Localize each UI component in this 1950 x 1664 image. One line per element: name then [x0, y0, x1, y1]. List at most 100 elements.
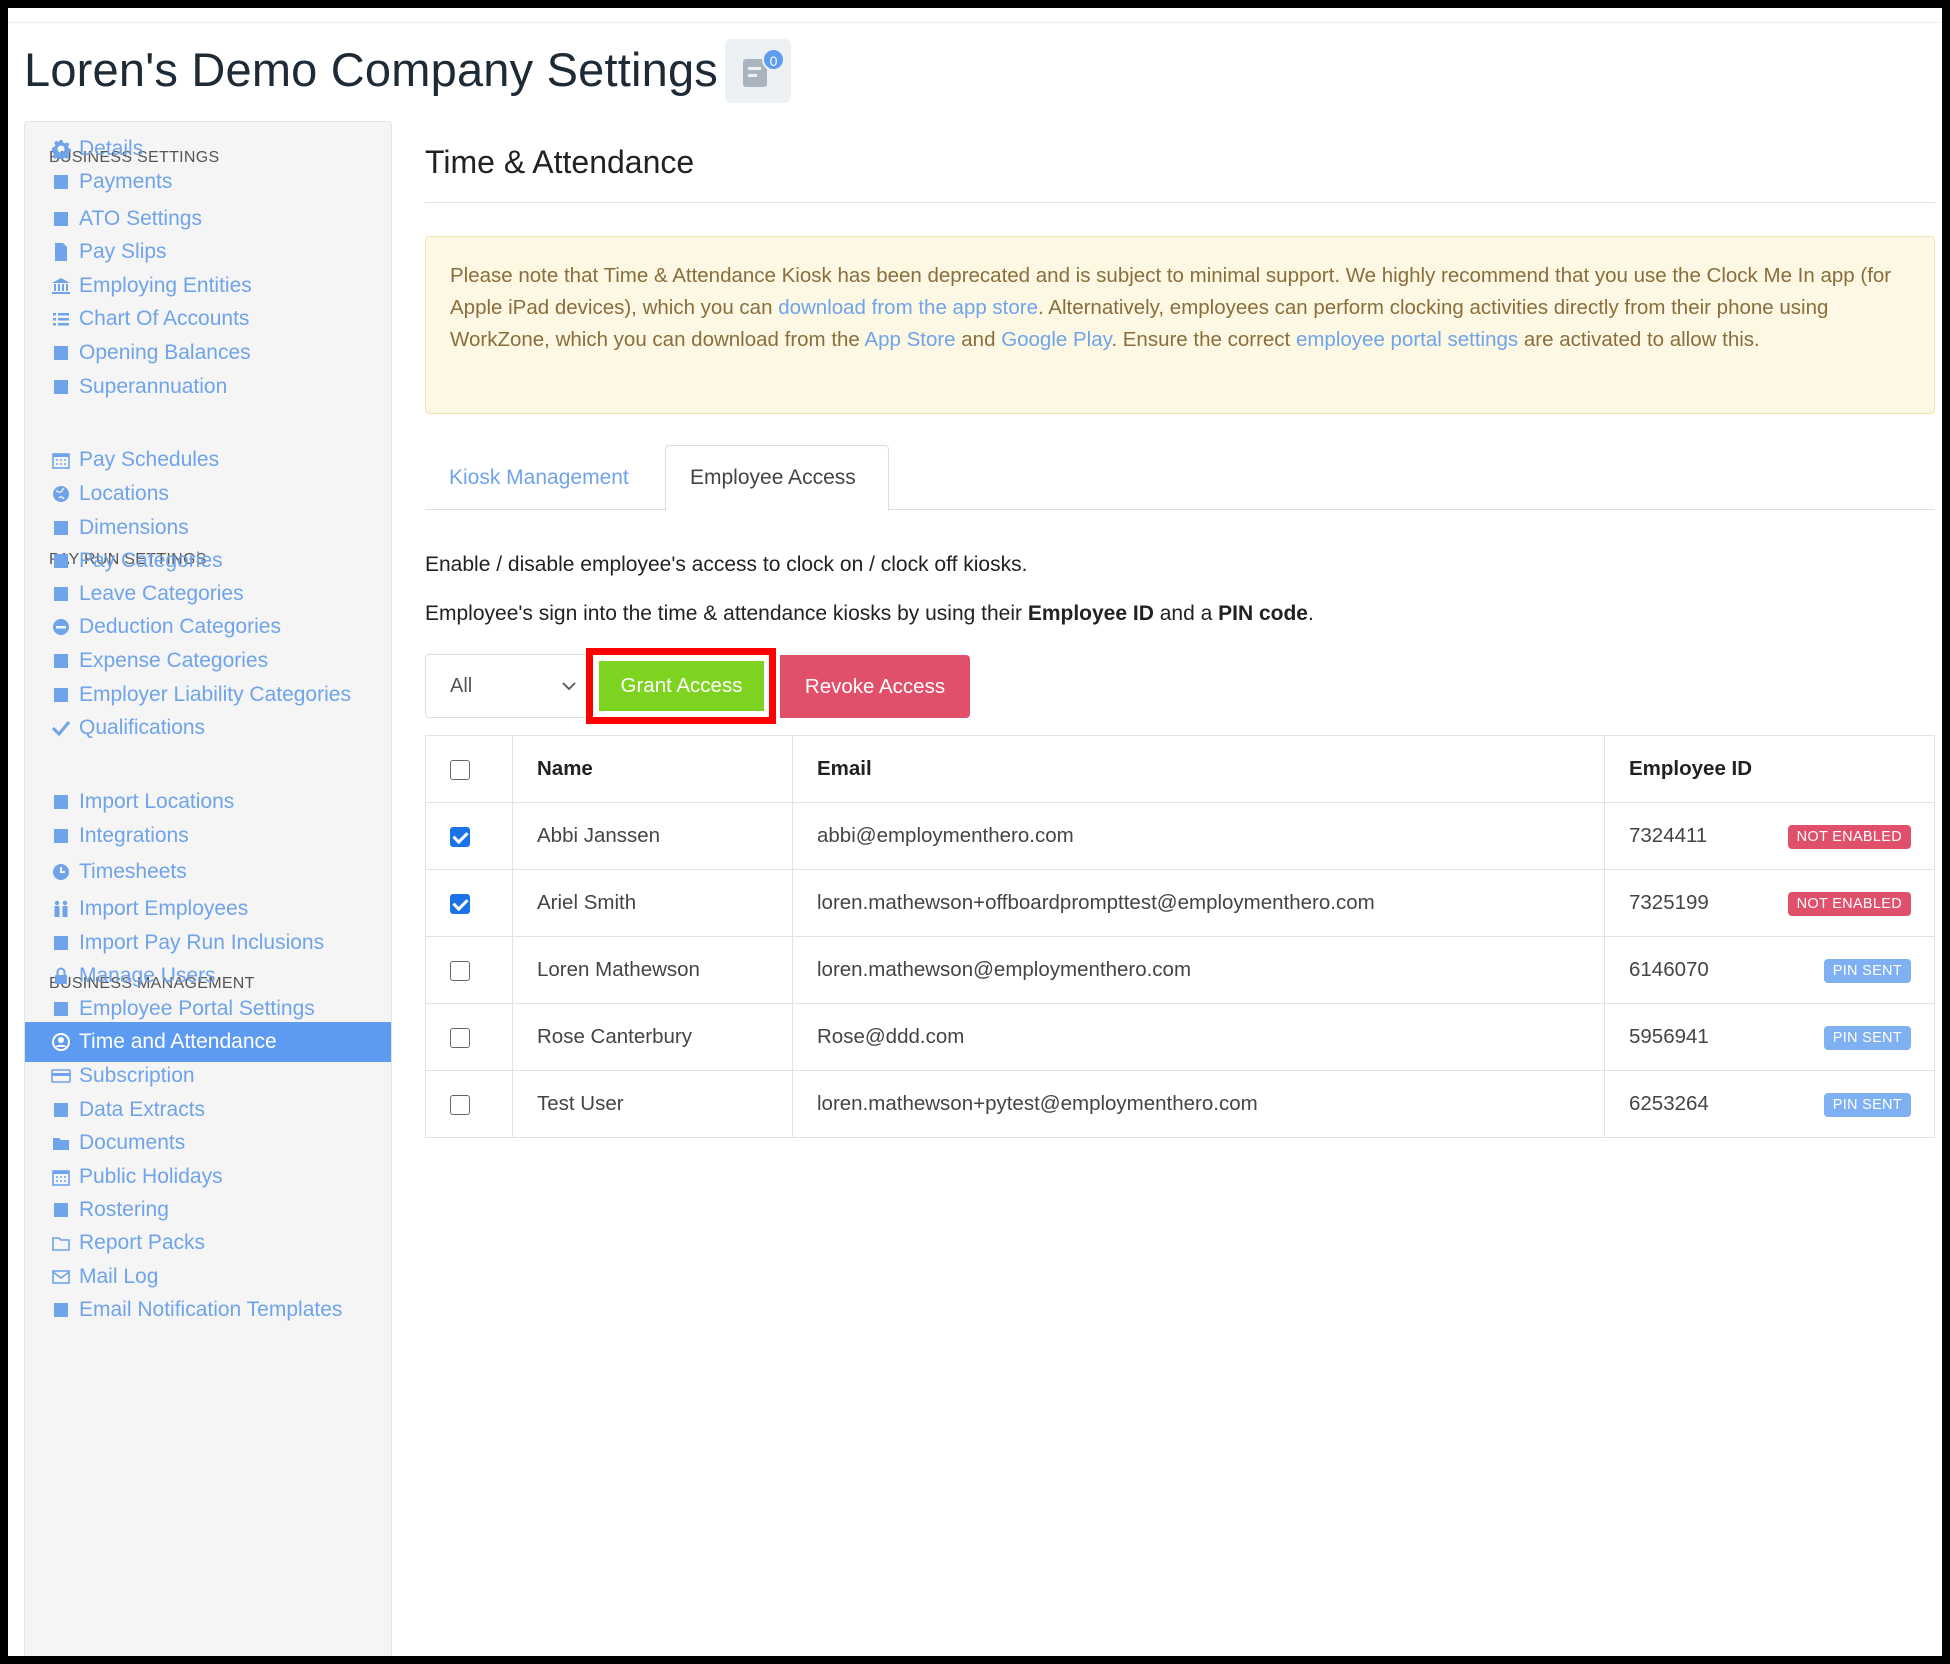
sidebar-item-timesheets[interactable]: Timesheets [25, 852, 391, 892]
area-chart-icon [49, 684, 73, 706]
envelope-gear-icon [49, 1299, 73, 1321]
title-divider [425, 202, 1935, 203]
table-row: Rose Canterbury Rose@ddd.com 5956941 PIN SE… [425, 1003, 1935, 1071]
envelope-icon [49, 1266, 73, 1288]
table-row: Loren Mathewson loren.mathewson@employmen… [425, 936, 1935, 1004]
filter-value: All [450, 675, 473, 697]
sidebar-item-integrations[interactable]: Integrations [25, 816, 391, 856]
row-checkbox[interactable] [450, 960, 470, 981]
sidebar-item-payments[interactable]: Payments [25, 162, 391, 202]
notice-text: and [955, 328, 1002, 351]
employee-id: 5956941 [1629, 1025, 1709, 1048]
sidebar-item-label: Subscription [79, 1064, 195, 1087]
sidebar-item-label: Employing Entities [79, 274, 252, 297]
sidebar-item-label: Data Extracts [79, 1098, 206, 1121]
sidebar-item-label: Pay Schedules [79, 448, 220, 471]
employee-name: Ariel Smith [512, 869, 793, 937]
sidebar-item-label: Locations [79, 482, 169, 505]
sidebar-item-label: Time and Attendance [79, 1030, 277, 1053]
lifebuoy-icon [49, 376, 73, 398]
employee-id: 7324411 [1629, 824, 1708, 847]
column-header-name: Name [512, 735, 793, 803]
sidebar-item-label: ATO Settings [79, 207, 202, 230]
sidebar-item-label: Pay Slips [79, 240, 167, 263]
employee-id: 6253264 [1629, 1092, 1709, 1115]
sidebar-item-email-notification-templates[interactable]: Email Notification Templates [25, 1290, 391, 1330]
money-icon [49, 550, 73, 572]
employee-email: loren.mathewson+pytest@employmenthero.co… [792, 1070, 1605, 1138]
minus-circle-icon [49, 616, 73, 638]
sidebar-item-label: Import Pay Run Inclusions [79, 931, 325, 954]
bar-chart-icon [49, 517, 73, 539]
calendar-grid-icon [49, 1199, 73, 1221]
sidebar-item-label: Public Holidays [79, 1165, 223, 1188]
employee-email: Rose@ddd.com [792, 1003, 1605, 1071]
sidebar-item-label: Pay Categories [79, 549, 223, 572]
wallet-icon [49, 342, 73, 364]
calendar-icon [49, 1166, 73, 1188]
table-row: Test User loren.mathewson+pytest@employme… [425, 1070, 1935, 1138]
share-icon [49, 825, 73, 847]
google-play-link[interactable]: Google Play [1001, 328, 1111, 351]
cloud-download-icon [49, 1099, 73, 1121]
sign-in-description: Employee's sign into the time & attendan… [425, 602, 1314, 625]
employee-access-table: Name Email Employee ID Abbi Janssen abbi@… [425, 735, 1935, 1138]
sidebar-item-label: Employer Liability Categories [79, 683, 351, 706]
app-store-download-link[interactable]: download from the app store [778, 296, 1038, 319]
tab-kiosk-management[interactable]: Kiosk Management [425, 445, 653, 510]
sidebar-item-label: Mail Log [79, 1265, 159, 1288]
status-badge: PIN SENT [1823, 1093, 1911, 1117]
page-title: Loren's Demo Company Settings [24, 43, 719, 96]
sidebar-item-label: Import Locations [79, 790, 235, 813]
sidebar-item-superannuation[interactable]: Superannuation [25, 367, 391, 407]
employee-name: Rose Canterbury [512, 1003, 793, 1071]
sidebar-item-label: Qualifications [79, 716, 206, 739]
refresh-icon [49, 932, 73, 954]
sidebar-item-label: Chart Of Accounts [79, 307, 250, 330]
employee-id-cell: 7324411 NOT ENABLED [1604, 802, 1935, 870]
row-checkbox[interactable] [450, 826, 470, 847]
map-pin-icon [49, 791, 73, 813]
column-header-employee-id: Employee ID [1604, 735, 1935, 803]
employee-email: loren.mathewson+offboardprompttest@emplo… [792, 869, 1605, 937]
gear-icon [49, 138, 73, 160]
document-icon [49, 241, 73, 263]
people-icon [49, 898, 73, 920]
sidebar-item-label: Report Packs [79, 1231, 206, 1254]
sidebar-item-label: Dimensions [79, 516, 189, 539]
calendar-icon [49, 449, 73, 471]
sidebar-item-label: Leave Categories [79, 582, 244, 605]
chevron-down-icon [562, 682, 576, 691]
employee-email: loren.mathewson@employmenthero.com [792, 936, 1605, 1004]
sidebar-item-label: Timesheets [79, 860, 187, 883]
credit-card-icon [49, 1065, 73, 1087]
sidebar-item-label: Payments [79, 170, 173, 193]
app-store-link[interactable]: App Store [864, 328, 955, 351]
employee-id-cell: 6253264 PIN SENT [1604, 1070, 1935, 1138]
revoke-access-button[interactable]: Revoke Access [780, 655, 970, 718]
notice-text: . Ensure the correct [1111, 328, 1296, 351]
lock-icon [49, 965, 73, 987]
sidebar-item-label: Superannuation [79, 375, 228, 398]
bank-icon [49, 275, 73, 297]
plane-icon [49, 583, 73, 605]
select-all-checkbox[interactable] [450, 759, 470, 780]
row-checkbox[interactable] [450, 1027, 470, 1048]
sidebar-item-label: Details [79, 137, 144, 160]
sidebar-item-qualifications[interactable]: Qualifications [25, 708, 391, 748]
employee-filter-select[interactable]: All [425, 654, 587, 718]
sidebar-item-label: Expense Categories [79, 649, 269, 672]
grant-access-button[interactable]: Grant Access [599, 661, 764, 711]
employee-portal-settings-link[interactable]: employee portal settings [1296, 328, 1518, 351]
tab-employee-access[interactable]: Employee Access [665, 445, 889, 511]
tab-bar: Kiosk Management Employee Access [425, 445, 1935, 511]
row-checkbox[interactable] [450, 893, 470, 914]
scales-icon [49, 208, 73, 230]
employee-id-cell: 6146070 PIN SENT [1604, 936, 1935, 1004]
table-header-row: Name Email Employee ID [425, 735, 1935, 803]
notifications-button[interactable]: 0 [725, 39, 791, 103]
row-checkbox[interactable] [450, 1094, 470, 1115]
status-badge: PIN SENT [1823, 959, 1911, 983]
user-circle-icon [49, 1031, 73, 1053]
notice-text: are activated to allow this. [1518, 328, 1760, 351]
